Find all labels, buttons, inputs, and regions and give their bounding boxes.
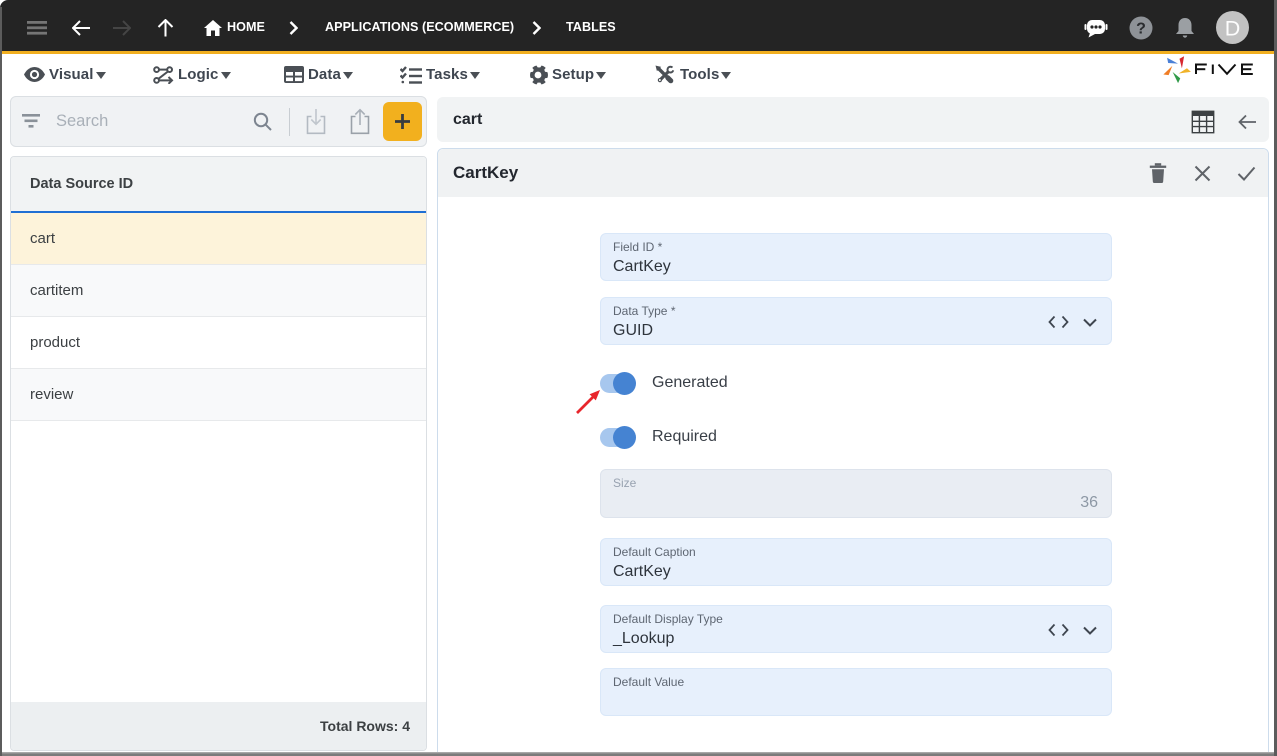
- svg-text:?: ?: [1136, 20, 1146, 37]
- svg-text:D: D: [1225, 17, 1241, 41]
